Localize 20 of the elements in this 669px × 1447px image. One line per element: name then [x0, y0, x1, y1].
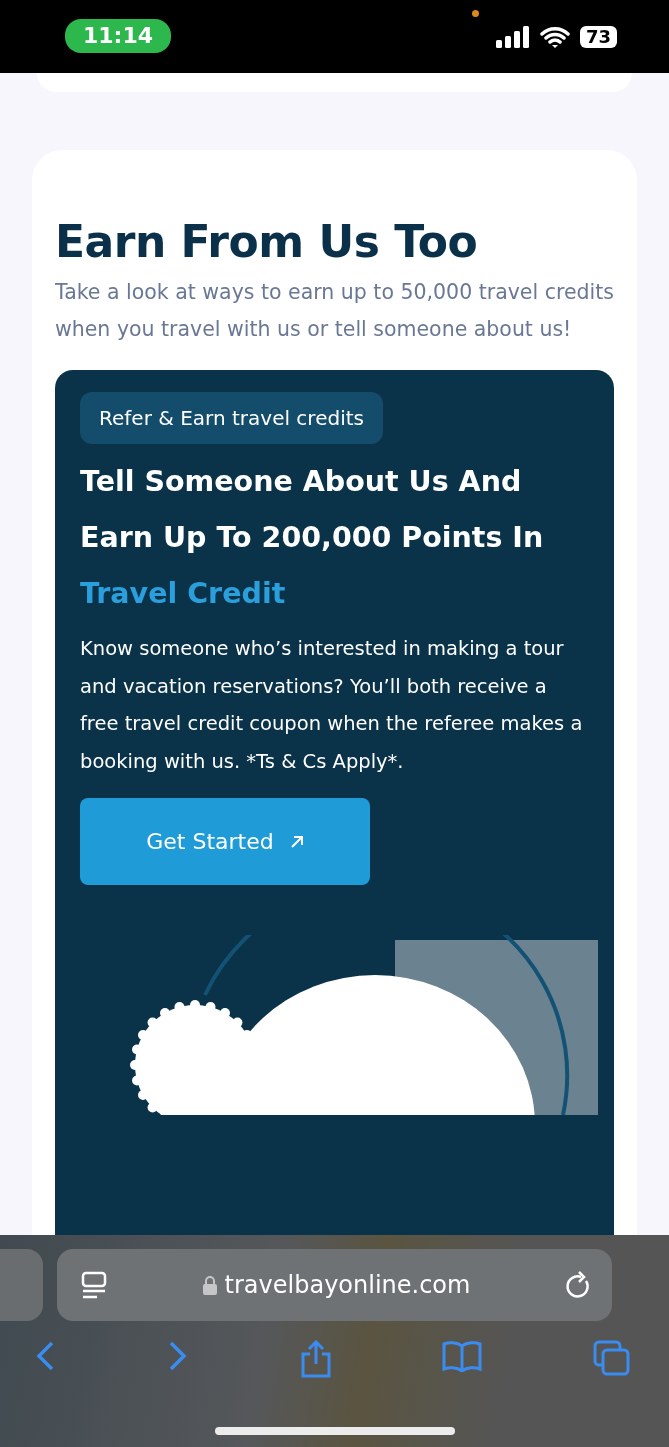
- battery-level: 73: [579, 25, 617, 48]
- address-bar[interactable]: travelbayonline.com: [57, 1249, 612, 1321]
- url: travelbayonline.com: [224, 1271, 471, 1299]
- reload-icon[interactable]: [566, 1271, 592, 1299]
- section-intro: Take a look at ways to earn up to 50,000 travel credits when you travel with us or tell someone about us!: [55, 279, 614, 343]
- page-menu-icon: [81, 1271, 107, 1299]
- wifi-icon: [539, 25, 570, 48]
- signal-icon: [495, 25, 530, 48]
- referral-title: Tell Someone About Us And Earn Up To 200,000 Points In Travel Credit: [80, 464, 545, 612]
- share-icon[interactable]: [299, 1340, 332, 1378]
- referral-description: Know someone who’s interested in making a tour and vacation reservations? You’ll both receive a free travel credit coupon when the referee makes a booking with us. *Ts & Cs Apply*.: [80, 636, 584, 775]
- tabs-icon[interactable]: [593, 1340, 631, 1376]
- arrow-up-right-icon: [289, 834, 304, 849]
- lock-icon: [202, 1275, 217, 1295]
- get-started-button[interactable]: Get Started: [80, 798, 370, 885]
- back-icon[interactable]: [34, 1340, 56, 1372]
- section-heading: Earn From Us Too: [55, 215, 479, 269]
- clock-time: 11:14: [65, 18, 171, 53]
- book-icon[interactable]: [442, 1340, 483, 1372]
- referral-tag: Refer & Earn travel credits: [80, 392, 383, 444]
